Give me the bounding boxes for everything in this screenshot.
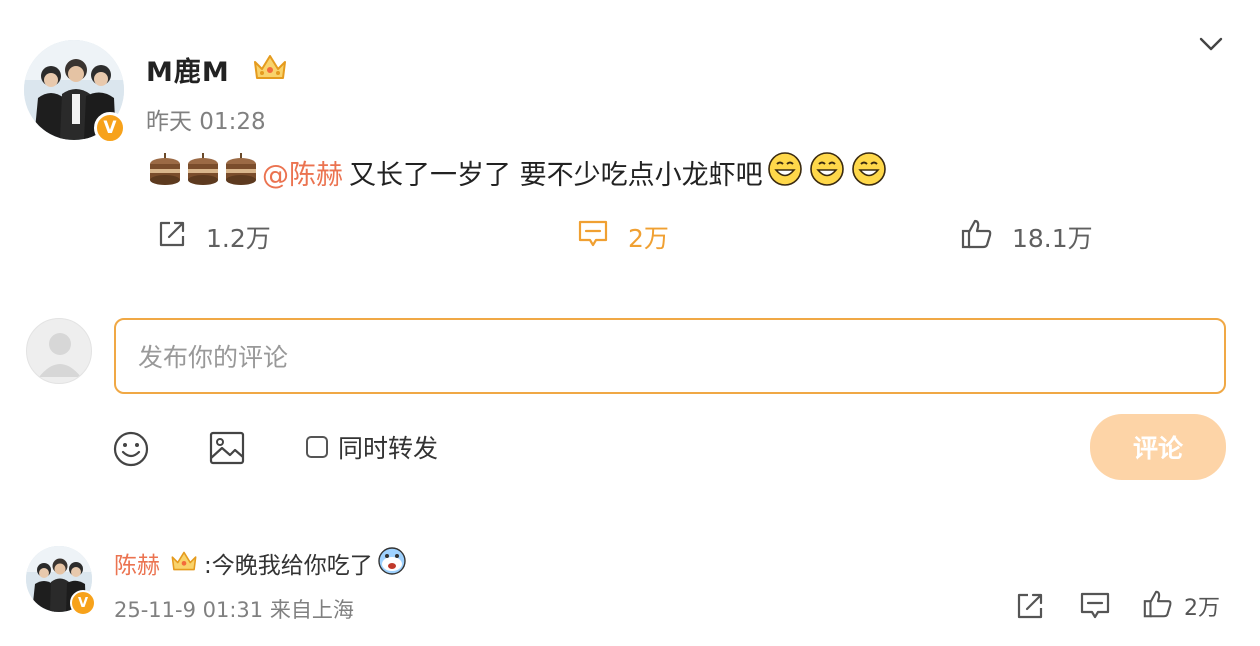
smiley-icon[interactable] xyxy=(112,430,150,472)
reply-username[interactable]: 陈赫 xyxy=(114,546,160,580)
verified-v-icon: V xyxy=(70,590,96,616)
forward-checkbox[interactable] xyxy=(306,436,328,458)
cake-emoji-icon xyxy=(146,151,184,194)
comment-button[interactable]: 2万 xyxy=(576,218,669,256)
like-button[interactable]: 18.1万 xyxy=(960,218,1093,256)
comment-input[interactable]: 发布你的评论 xyxy=(114,318,1226,394)
thumbs-up-icon xyxy=(1142,588,1174,624)
reply-like-button[interactable]: 2万 xyxy=(1142,588,1220,624)
reply-comment-icon[interactable] xyxy=(1078,590,1112,626)
reply-text: :今晚我给你吃了 xyxy=(204,553,373,579)
mention-link[interactable]: @陈赫 xyxy=(262,153,343,192)
forward-option[interactable]: 同时转发 xyxy=(306,430,438,464)
grin-emoji-icon xyxy=(851,151,887,194)
cake-emoji-icon xyxy=(222,151,260,194)
comment-icon xyxy=(576,218,628,256)
reply-repost-icon[interactable] xyxy=(1014,590,1046,626)
grin-emoji-icon xyxy=(767,151,803,194)
repost-icon xyxy=(156,218,206,256)
current-user-avatar[interactable] xyxy=(26,318,92,384)
crown-icon xyxy=(170,548,198,578)
post-content: @陈赫 又长了一岁了 要不少吃点小龙虾吧 xyxy=(146,150,887,194)
reply-like-count: 2万 xyxy=(1184,596,1220,621)
repost-count: 1.2万 xyxy=(206,224,271,253)
post-body-text: 又长了一岁了 要不少吃点小龙虾吧 xyxy=(349,159,763,191)
post-timestamp: 昨天 01:28 xyxy=(146,109,266,135)
reply-meta: 25-11-9 01:31 来自上海 xyxy=(114,598,354,622)
thumbs-up-icon xyxy=(960,217,1012,257)
image-icon[interactable] xyxy=(208,430,246,470)
submit-comment-button[interactable]: 评论 xyxy=(1090,414,1226,480)
verified-v-icon: V xyxy=(94,112,126,144)
reply-content: 陈赫 :今晚我给你吃了 xyxy=(114,546,407,580)
post-username[interactable]: M鹿M xyxy=(146,50,230,89)
surprised-emoji-icon xyxy=(377,546,407,580)
chevron-down-icon[interactable] xyxy=(1198,34,1224,58)
crown-icon xyxy=(252,52,288,86)
comment-count: 2万 xyxy=(628,224,669,253)
forward-label: 同时转发 xyxy=(338,434,439,463)
cake-emoji-icon xyxy=(184,151,222,194)
like-count: 18.1万 xyxy=(1012,224,1093,253)
grin-emoji-icon xyxy=(809,151,845,194)
comment-placeholder: 发布你的评论 xyxy=(138,343,289,372)
repost-button[interactable]: 1.2万 xyxy=(156,218,271,256)
